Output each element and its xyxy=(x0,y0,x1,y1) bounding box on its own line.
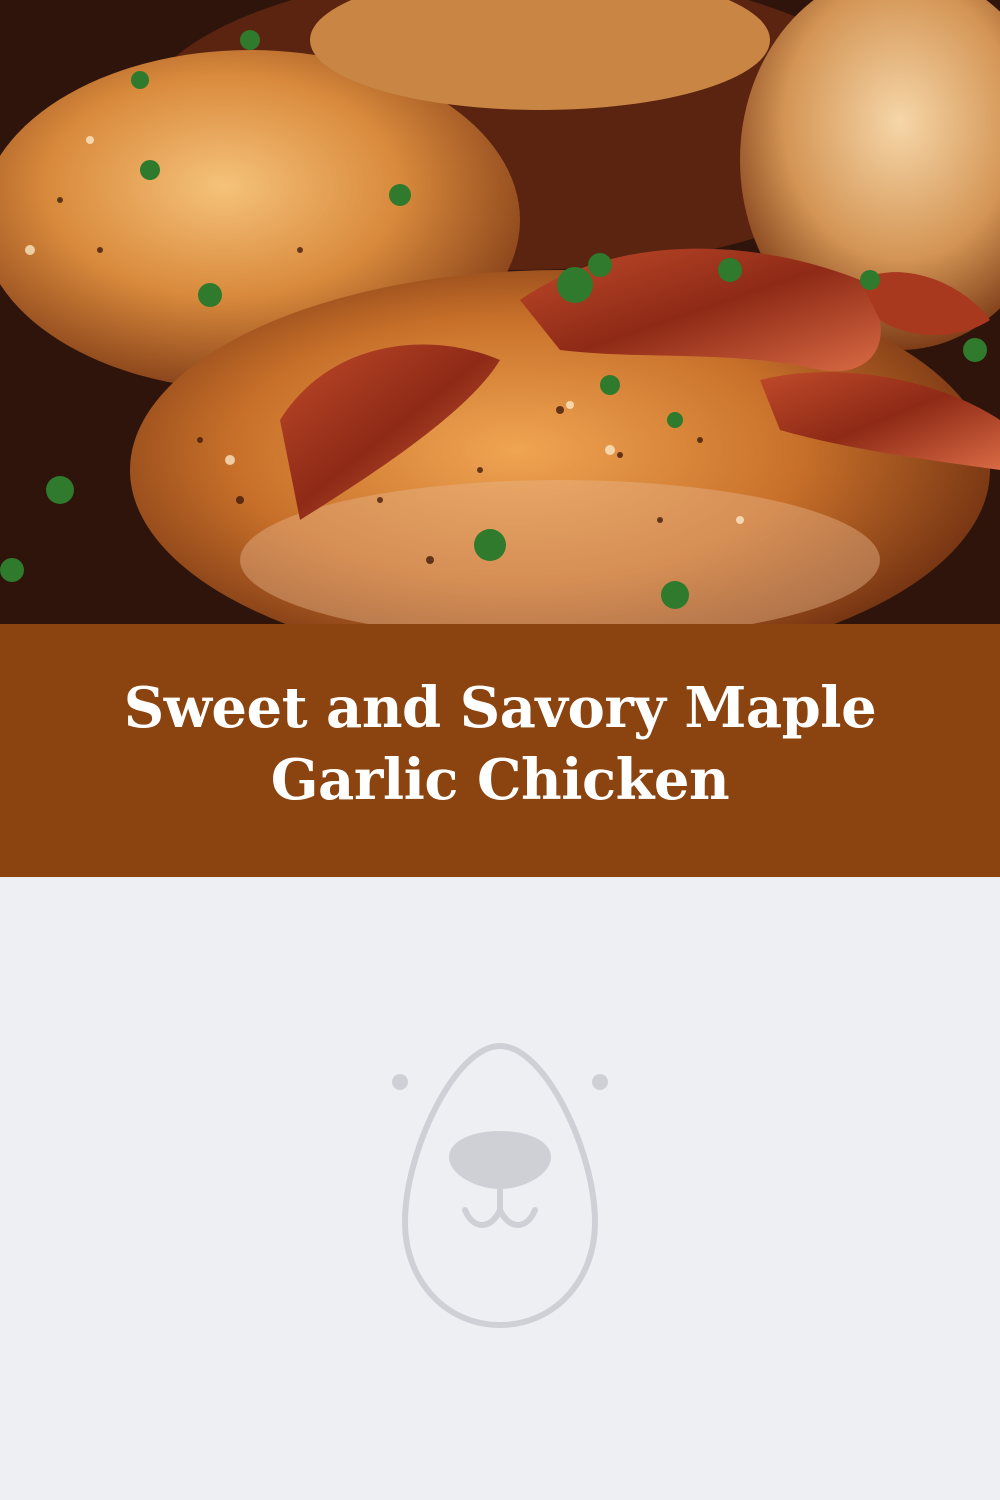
food-photo xyxy=(0,0,1000,624)
title-banner: Sweet and Savory Maple Garlic Chicken xyxy=(0,624,1000,877)
bear-face-icon xyxy=(392,1042,608,1329)
image-placeholder xyxy=(0,877,1000,1500)
pin-card: Sweet and Savory Maple Garlic Chicken xyxy=(0,0,1000,1500)
recipe-title: Sweet and Savory Maple Garlic Chicken xyxy=(123,674,877,813)
